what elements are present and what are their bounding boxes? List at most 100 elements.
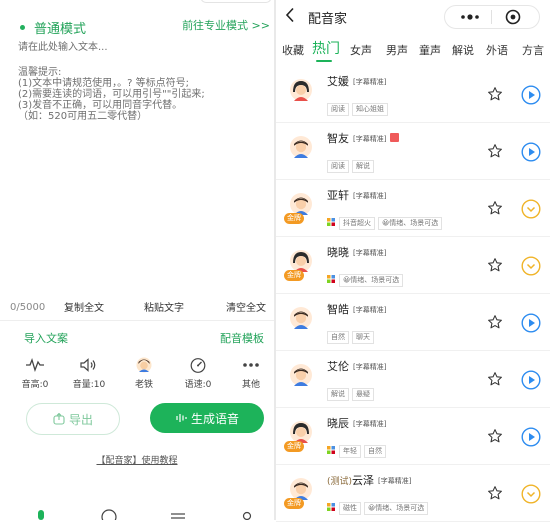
list-tab-icon[interactable]	[170, 508, 186, 520]
voice-tags: 年轻 自然	[327, 438, 389, 458]
bottom-tab-bar	[0, 508, 274, 520]
voice-tags: 自然 聊天	[327, 324, 377, 344]
subtitle-accurate-badge: [字幕精准]	[353, 192, 387, 200]
volume-icon	[80, 358, 96, 372]
favorite-star-icon[interactable]	[487, 371, 503, 391]
home-tab-icon[interactable]	[34, 508, 48, 520]
voice-row[interactable]: 艾伦 [字幕精准] 解说 悬疑	[276, 350, 550, 408]
tab-1[interactable]: 热门	[312, 38, 340, 58]
volume-label: 音量:10	[72, 380, 106, 390]
tab-2[interactable]: 女声	[350, 42, 372, 58]
volume-control[interactable]: 音量:10	[64, 356, 114, 390]
voice-row[interactable]: 金牌 晓辰 [字幕精准] 年轻 自然	[276, 407, 550, 465]
speed-control[interactable]: 语速:0	[173, 356, 223, 390]
generate-voice-button[interactable]: 生成语音	[150, 403, 264, 433]
clear-all-button[interactable]: 清空全文	[226, 299, 266, 314]
tab-3[interactable]: 男声	[386, 42, 408, 58]
voice-avatar	[290, 421, 312, 443]
generate-label: 生成语音	[190, 411, 239, 426]
play-icon[interactable]	[521, 370, 541, 394]
pitch-control[interactable]: 音高:0	[10, 356, 60, 390]
mode-row: 普通模式 前往专业模式 >>	[10, 18, 272, 38]
expand-chevron-icon[interactable]	[521, 484, 541, 508]
favorite-star-icon[interactable]	[487, 200, 503, 220]
subtitle-accurate-badge: [字幕精准]	[378, 477, 412, 485]
voice-name-text: 云泽	[352, 474, 375, 487]
voice-tags: 抖音超火 😀情绪、场景可选	[327, 210, 445, 230]
play-icon[interactable]	[521, 142, 541, 166]
more-icon	[243, 363, 259, 367]
favorite-star-icon[interactable]	[487, 143, 503, 163]
subtitle-accurate-badge: [字幕精准]	[353, 306, 387, 314]
close-target-icon[interactable]	[505, 9, 521, 25]
gold-badge: 金牌	[284, 213, 304, 224]
play-icon[interactable]	[521, 85, 541, 109]
voice-avatar	[290, 250, 312, 272]
voice-row[interactable]: 艾媛 [字幕精准] 阅读 知心姐姐	[276, 65, 550, 123]
favorite-star-icon[interactable]	[487, 314, 503, 334]
voice-picker-panel: 配音家 收藏 热门 女声 男声 童声 解说 外语 方言 艾媛 [字幕精准] 阅读 知心姐姐 智友 [字幕…	[276, 0, 550, 522]
discover-tab-icon[interactable]	[101, 508, 117, 520]
back-icon[interactable]	[284, 7, 296, 23]
normal-mode-label: 普通模式	[34, 22, 87, 37]
voice-name: 艾伦 [字幕精准]	[327, 358, 386, 374]
voice-row[interactable]: 金牌 (测试)云泽 [字幕精准] 磁性 😀情绪、场景可选	[276, 464, 550, 522]
voice-select-control[interactable]: 老铁	[119, 356, 169, 390]
voice-avatar-icon	[136, 357, 152, 373]
favorite-star-icon[interactable]	[487, 257, 503, 277]
speed-label: 语速:0	[184, 380, 212, 390]
tutorial-link[interactable]: 【配音家】使用教程	[0, 453, 274, 466]
voice-tag: 阅读	[327, 160, 349, 173]
favorite-star-icon[interactable]	[487, 428, 503, 448]
import-script-link[interactable]: 导入文案	[24, 330, 68, 346]
more-label: 其他	[241, 380, 260, 390]
voice-row[interactable]: 智皓 [字幕精准] 自然 聊天	[276, 293, 550, 351]
voice-tags: 解说 悬疑	[327, 381, 377, 401]
voice-tag: 磁性	[339, 502, 361, 515]
play-icon[interactable]	[521, 313, 541, 337]
voice-tag: 知心姐姐	[352, 103, 388, 116]
gold-badge: 金牌	[284, 498, 304, 509]
speed-gauge-icon	[190, 358, 206, 373]
category-grid-icon	[327, 446, 335, 454]
voice-tags: 磁性 😀情绪、场景可选	[327, 495, 431, 515]
copy-all-button[interactable]: 复制全文	[64, 299, 104, 314]
voice-row[interactable]: 智友 [字幕精准] 阅读 解说	[276, 122, 550, 180]
voice-tag: 😀情绪、场景可选	[339, 274, 404, 287]
tab-5[interactable]: 解说	[452, 42, 474, 58]
expand-chevron-icon[interactable]	[521, 199, 541, 223]
capsule-divider	[491, 10, 492, 24]
voice-tag: 自然	[327, 331, 349, 344]
more-settings-control[interactable]: 其他	[226, 356, 276, 390]
pro-mode-link[interactable]: 前往专业模式 >>	[182, 17, 270, 33]
expand-chevron-icon[interactable]	[521, 256, 541, 280]
voice-tag: 聊天	[352, 331, 374, 344]
favorite-star-icon[interactable]	[487, 86, 503, 106]
char-counter: 0/5000	[10, 302, 46, 313]
tab-7[interactable]: 方言	[522, 42, 544, 58]
script-text-input[interactable]: 请在此处输入文本... 温馨提示: (1)文本中请规范使用，。? 等标点符号; …	[18, 42, 266, 142]
waveform-icon	[176, 414, 187, 422]
subtitle-accurate-badge: [字幕精准]	[353, 363, 387, 371]
tips-title: 温馨提示:	[18, 67, 62, 78]
voice-name-text: 艾媛	[327, 75, 349, 88]
voice-name: 智皓 [字幕精准]	[327, 301, 386, 317]
pitch-label: 音高:0	[21, 380, 49, 390]
paste-text-button[interactable]: 粘贴文字	[144, 299, 184, 314]
category-grid-icon	[327, 275, 335, 283]
play-icon[interactable]	[521, 427, 541, 451]
voice-row[interactable]: 金牌 亚轩 [字幕精准] 抖音超火 😀情绪、场景可选	[276, 179, 550, 237]
tab-4[interactable]: 童声	[419, 42, 441, 58]
voice-name: 亚轩 [字幕精准]	[327, 187, 386, 203]
export-button[interactable]: 导出	[26, 403, 120, 435]
voice-row[interactable]: 金牌 晓晓 [字幕精准] 😀情绪、场景可选	[276, 236, 550, 294]
voice-tag: 😀情绪、场景可选	[364, 502, 429, 515]
menu-more-icon[interactable]	[459, 7, 481, 27]
tab-0[interactable]: 收藏	[282, 42, 304, 58]
red-badge-icon	[390, 133, 400, 142]
tab-6[interactable]: 外语	[486, 42, 508, 58]
dubbing-template-link[interactable]: 配音模板	[220, 330, 264, 346]
gold-badge: 金牌	[284, 270, 304, 281]
profile-tab-icon[interactable]	[240, 508, 254, 520]
favorite-star-icon[interactable]	[487, 485, 503, 505]
